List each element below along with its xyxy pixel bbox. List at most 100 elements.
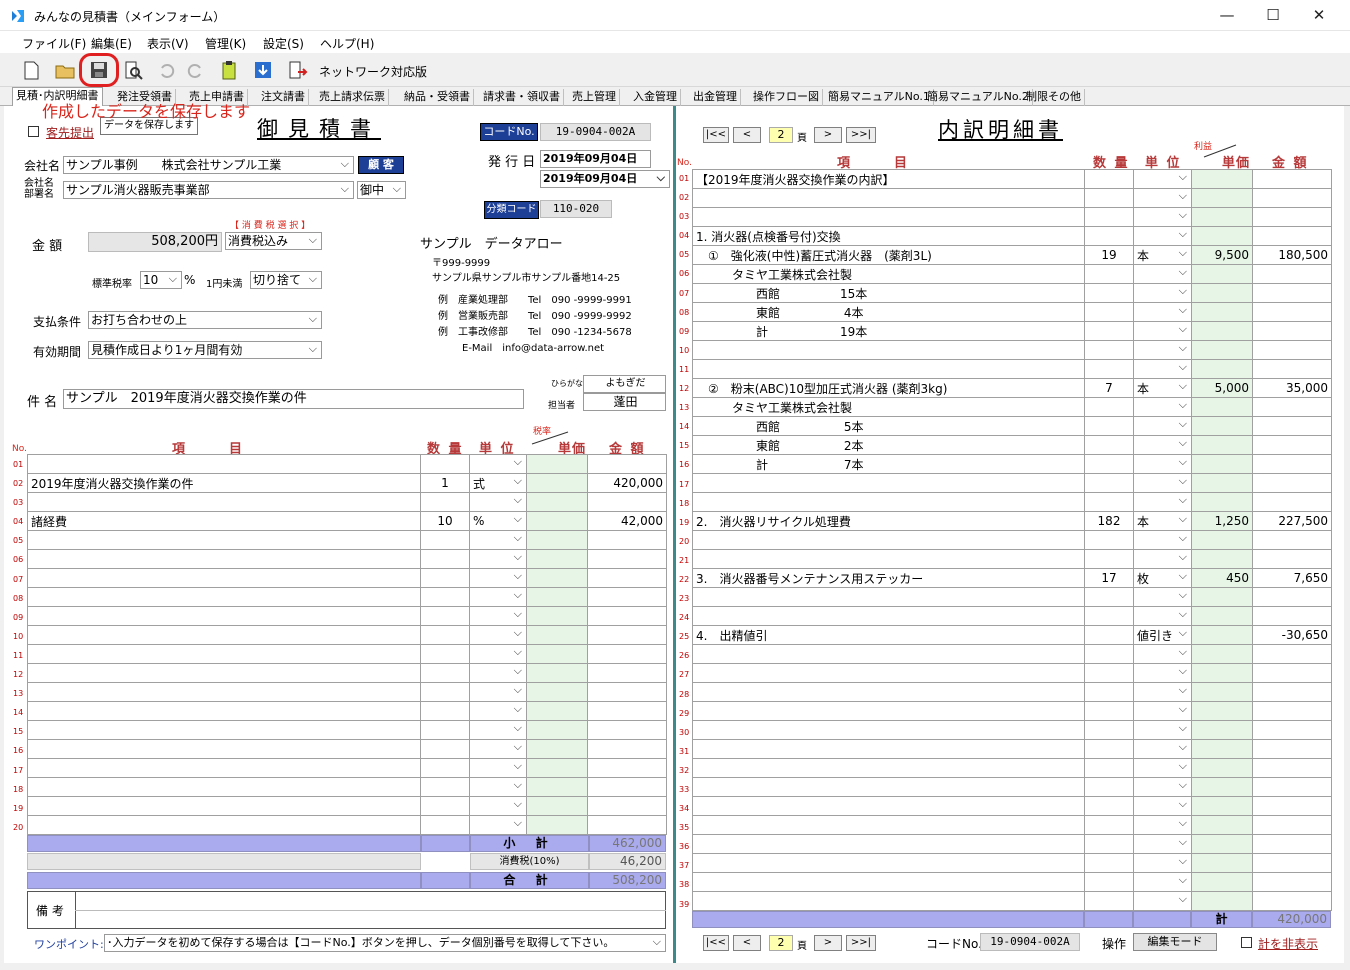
left-item-cell[interactable]: [27, 587, 421, 607]
right-item-cell[interactable]: [692, 492, 1085, 512]
right-unit-cell[interactable]: 本: [1133, 245, 1192, 265]
left-item-cell[interactable]: [27, 568, 421, 588]
right-unit-cell[interactable]: [1133, 492, 1192, 512]
left-qty-cell[interactable]: [420, 796, 470, 816]
right-item-cell[interactable]: [692, 207, 1085, 227]
open-folder-icon[interactable]: [54, 59, 76, 81]
right-price-cell[interactable]: [1191, 416, 1253, 436]
left-unit-cell[interactable]: [469, 625, 527, 645]
left-qty-cell[interactable]: [420, 663, 470, 683]
right-qty-cell[interactable]: [1084, 207, 1134, 227]
left-unit-cell[interactable]: %: [469, 511, 527, 531]
right-price-cell[interactable]: [1191, 454, 1253, 474]
right-unit-cell[interactable]: 本: [1133, 511, 1192, 531]
left-price-cell[interactable]: [526, 796, 588, 816]
right-item-cell[interactable]: [692, 682, 1085, 702]
left-qty-cell[interactable]: [420, 777, 470, 797]
right-qty-cell[interactable]: [1084, 226, 1134, 246]
left-unit-cell[interactable]: [469, 739, 527, 759]
right-qty-cell[interactable]: [1084, 701, 1134, 721]
right-qty-cell[interactable]: [1084, 359, 1134, 379]
left-price-cell[interactable]: [526, 511, 588, 531]
menu-manage[interactable]: 管理(K): [205, 35, 246, 52]
left-price-cell[interactable]: [526, 815, 588, 835]
right-item-cell[interactable]: [692, 815, 1085, 835]
right-unit-cell[interactable]: [1133, 226, 1192, 246]
left-qty-cell[interactable]: [420, 530, 470, 550]
right-price-cell[interactable]: [1191, 625, 1253, 645]
detail-last-page-button[interactable]: >>|: [846, 127, 876, 143]
right-item-cell[interactable]: 東館 4本: [692, 302, 1085, 322]
code-no-button[interactable]: コードNo.: [480, 123, 538, 141]
right-item-cell[interactable]: 4. 出精値引: [692, 625, 1085, 645]
right-qty-cell[interactable]: [1084, 283, 1134, 303]
download-icon[interactable]: [252, 59, 274, 81]
right-price-cell[interactable]: [1191, 815, 1253, 835]
left-price-cell[interactable]: [526, 587, 588, 607]
right-price-cell[interactable]: [1191, 473, 1253, 493]
right-unit-cell[interactable]: 本: [1133, 378, 1192, 398]
right-qty-cell[interactable]: [1084, 891, 1134, 911]
right-item-cell[interactable]: [692, 796, 1085, 816]
left-qty-cell[interactable]: 1: [420, 473, 470, 493]
undo-icon[interactable]: [156, 59, 178, 81]
right-item-cell[interactable]: 西館 5本: [692, 416, 1085, 436]
right-item-cell[interactable]: [692, 834, 1085, 854]
right-unit-cell[interactable]: [1133, 606, 1192, 626]
left-qty-cell[interactable]: [420, 720, 470, 740]
left-unit-cell[interactable]: [469, 815, 527, 835]
right-unit-cell[interactable]: [1133, 473, 1192, 493]
left-item-cell[interactable]: 諸経費: [27, 511, 421, 531]
left-price-cell[interactable]: [526, 454, 588, 474]
right-unit-cell[interactable]: [1133, 834, 1192, 854]
right-price-cell[interactable]: [1191, 891, 1253, 911]
left-item-cell[interactable]: [27, 549, 421, 569]
right-unit-cell[interactable]: [1133, 720, 1192, 740]
left-price-cell[interactable]: [526, 568, 588, 588]
right-item-cell[interactable]: [692, 853, 1085, 873]
right-item-cell[interactable]: [692, 606, 1085, 626]
right-item-cell[interactable]: 1. 消火器(点検番号付)交換: [692, 226, 1085, 246]
right-unit-cell[interactable]: 枚: [1133, 568, 1192, 588]
left-unit-cell[interactable]: [469, 568, 527, 588]
right-item-cell[interactable]: [692, 739, 1085, 759]
right-qty-cell[interactable]: [1084, 587, 1134, 607]
right-price-cell[interactable]: [1191, 720, 1253, 740]
left-price-cell[interactable]: [526, 549, 588, 569]
left-item-cell[interactable]: 2019年度消火器交換作業の件: [27, 473, 421, 493]
left-unit-cell[interactable]: [469, 701, 527, 721]
right-qty-cell[interactable]: [1084, 264, 1134, 284]
right-price-cell[interactable]: [1191, 283, 1253, 303]
right-unit-cell[interactable]: [1133, 416, 1192, 436]
left-qty-cell[interactable]: [420, 492, 470, 512]
right-unit-cell[interactable]: [1133, 169, 1192, 189]
right-price-cell[interactable]: [1191, 435, 1253, 455]
right-item-cell[interactable]: [692, 549, 1085, 569]
left-price-cell[interactable]: [526, 701, 588, 721]
right-price-cell[interactable]: [1191, 777, 1253, 797]
right-item-cell[interactable]: 【2019年度消火器交換作業の内訳】: [692, 169, 1085, 189]
right-price-cell[interactable]: [1191, 302, 1253, 322]
left-qty-cell[interactable]: [420, 568, 470, 588]
tab-sales-manage[interactable]: 売上管理: [569, 89, 620, 106]
right-item-cell[interactable]: [692, 644, 1085, 664]
left-price-cell[interactable]: [526, 777, 588, 797]
left-qty-cell[interactable]: [420, 606, 470, 626]
right-unit-cell[interactable]: [1133, 796, 1192, 816]
menu-help[interactable]: ヘルプ(H): [320, 35, 374, 52]
right-qty-cell[interactable]: [1084, 321, 1134, 341]
right-qty-cell[interactable]: [1084, 777, 1134, 797]
right-price-cell[interactable]: [1191, 530, 1253, 550]
right-item-cell[interactable]: 計 19本: [692, 321, 1085, 341]
left-item-cell[interactable]: [27, 796, 421, 816]
right-price-cell[interactable]: [1191, 834, 1253, 854]
tab-manual-2[interactable]: 簡易マニュアルNo.2: [924, 89, 1033, 106]
right-unit-cell[interactable]: [1133, 891, 1192, 911]
menu-settings[interactable]: 設定(S): [263, 35, 304, 52]
right-qty-cell[interactable]: [1084, 644, 1134, 664]
right-qty-cell[interactable]: [1084, 549, 1134, 569]
right-unit-cell[interactable]: [1133, 283, 1192, 303]
left-unit-cell[interactable]: [469, 606, 527, 626]
right-unit-cell[interactable]: [1133, 530, 1192, 550]
issue-date-field[interactable]: 2019年09月04日: [540, 150, 651, 168]
